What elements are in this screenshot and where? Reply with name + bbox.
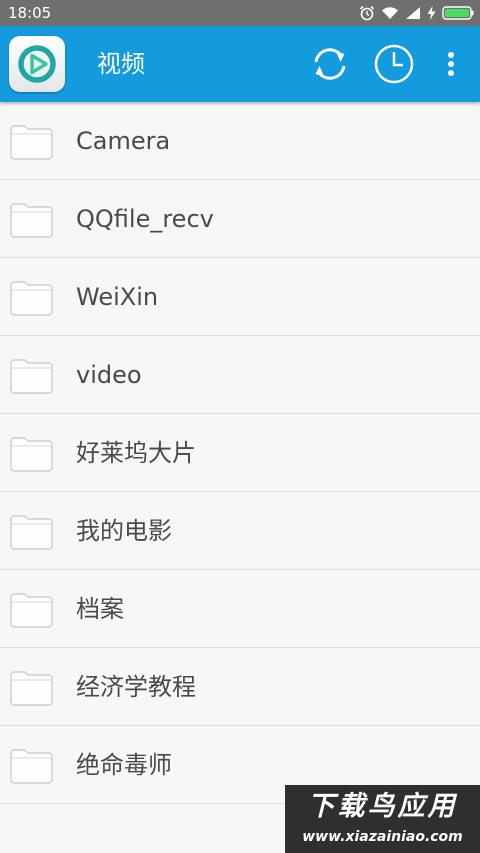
- charging-icon: [427, 6, 436, 20]
- more-options-button[interactable]: [434, 40, 468, 88]
- folder-name: 我的电影: [76, 517, 172, 545]
- folder-name: 档案: [76, 595, 124, 623]
- more-vert-icon: [448, 52, 454, 76]
- watermark-title: 下载鸟应用: [307, 791, 458, 822]
- folder-icon: [9, 357, 55, 395]
- folder-icon: [9, 669, 55, 707]
- folder-name: 绝命毒师: [76, 751, 172, 779]
- folder-icon: [9, 279, 55, 317]
- folder-item-hollywood[interactable]: 好莱坞大片: [0, 414, 480, 492]
- folder-item-my-movies[interactable]: 我的电影: [0, 492, 480, 570]
- folder-name: video: [76, 361, 142, 389]
- folder-name: Camera: [76, 127, 171, 155]
- history-clock-icon: [374, 44, 414, 84]
- folder-name: 经济学教程: [76, 673, 196, 701]
- folder-item-weixin[interactable]: WeiXin: [0, 258, 480, 336]
- app-logo[interactable]: [9, 36, 65, 92]
- folder-name: QQfile_recv: [76, 205, 214, 233]
- folder-item-video[interactable]: video: [0, 336, 480, 414]
- status-icons: [359, 3, 474, 23]
- alarm-icon: [359, 5, 375, 21]
- folder-name: 好莱坞大片: [76, 439, 196, 467]
- page-title: 视频: [97, 50, 145, 78]
- folder-icon: [9, 513, 55, 551]
- folder-icon: [9, 591, 55, 629]
- app-bar: 视频: [0, 26, 480, 102]
- folder-item-archive[interactable]: 档案: [0, 570, 480, 648]
- folder-icon: [9, 435, 55, 473]
- sync-button[interactable]: [306, 40, 354, 88]
- watermark: 下载鸟应用 www.xiazainiao.com: [285, 785, 480, 853]
- folder-icon: [9, 123, 55, 161]
- status-bar: 18:05: [0, 0, 480, 26]
- play-icon: [18, 45, 56, 83]
- folder-item-qqfile-recv[interactable]: QQfile_recv: [0, 180, 480, 258]
- sync-icon: [314, 48, 346, 80]
- folder-item-camera[interactable]: Camera: [0, 102, 480, 180]
- folder-icon: [9, 201, 55, 239]
- wifi-icon: [381, 6, 399, 20]
- folder-name: WeiXin: [76, 283, 159, 311]
- signal-icon: [405, 6, 421, 20]
- folder-item-economics[interactable]: 经济学教程: [0, 648, 480, 726]
- folder-icon: [9, 747, 55, 785]
- history-button[interactable]: [370, 40, 418, 88]
- watermark-url: www.xiazainiao.com: [302, 829, 463, 845]
- battery-icon: [442, 6, 474, 20]
- folder-list: Camera QQfile_recv WeiXin video 好莱坞大片 我的…: [0, 102, 480, 804]
- status-time: 18:05: [8, 4, 52, 22]
